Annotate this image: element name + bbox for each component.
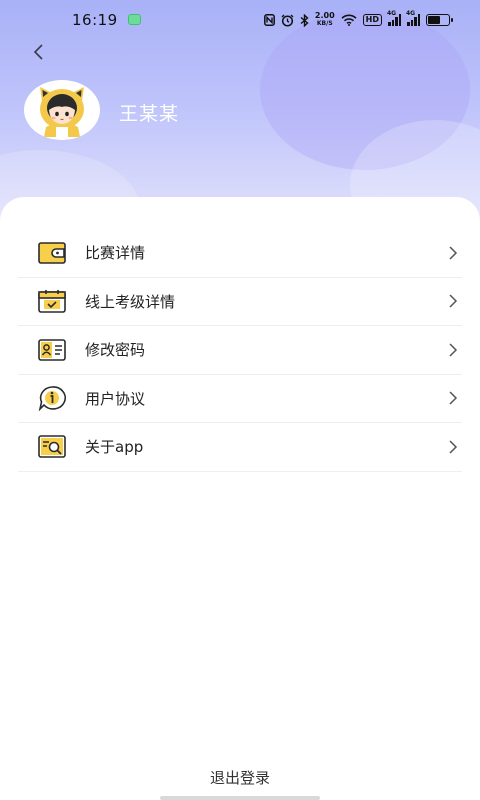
avatar[interactable] — [24, 80, 100, 140]
chevron-right-icon — [449, 440, 458, 454]
network-speed-unit: KB/S — [316, 20, 333, 27]
search-document-icon — [38, 433, 66, 461]
calendar-check-icon — [38, 287, 66, 315]
signal-2-label: 4G — [406, 10, 416, 17]
back-button[interactable] — [24, 38, 52, 66]
info-chat-icon — [38, 384, 66, 412]
menu-item-label: 比赛详情 — [85, 244, 146, 263]
network-speed: 2.00 KB/S — [315, 12, 335, 28]
signal-2: 4G — [406, 10, 420, 26]
menu-item-label: 线上考级详情 — [85, 292, 176, 311]
logout-button[interactable]: 退出登录 — [0, 767, 480, 788]
chevron-right-icon — [449, 391, 458, 405]
chevron-right-icon — [449, 343, 458, 357]
alarm-icon — [281, 14, 294, 27]
signal-1: 4G — [387, 10, 401, 26]
status-icons: 2.00 KB/S HD 4G 4G — [263, 10, 453, 30]
home-indicator[interactable] — [160, 796, 320, 800]
signal-1-label: 4G — [387, 10, 397, 17]
menu-item-user-agreement[interactable]: 用户协议 — [18, 375, 462, 423]
menu-item-label: 关于app — [85, 438, 144, 457]
status-bar: 16:19 2.00 KB/S HD 4G 4G — [0, 0, 480, 40]
status-time: 16:19 — [72, 11, 118, 29]
wallet-icon — [38, 239, 66, 267]
chevron-right-icon — [449, 294, 458, 308]
app-notification-icon — [128, 14, 141, 25]
cartoon-avatar-icon — [40, 87, 84, 137]
menu-item-label: 用户协议 — [85, 389, 146, 408]
menu-item-about-app[interactable]: 关于app — [18, 423, 462, 472]
menu-item-competition-details[interactable]: 比赛详情 — [18, 229, 462, 278]
id-card-icon — [38, 336, 66, 364]
battery-icon — [426, 14, 453, 26]
hd-badge: HD — [362, 14, 382, 26]
chevron-right-icon — [449, 246, 458, 260]
menu-item-change-password[interactable]: 修改密码 — [18, 326, 462, 375]
network-speed-value: 2.00 — [314, 11, 335, 20]
wifi-icon — [341, 14, 357, 26]
user-name: 王某某 — [119, 103, 180, 125]
nfc-icon — [263, 14, 275, 26]
settings-menu: 比赛详情 线上考级详情 修改密码 用户协议 关于app — [18, 229, 462, 472]
bluetooth-icon — [300, 13, 309, 27]
chevron-left-icon — [33, 44, 43, 60]
menu-item-online-grading-details[interactable]: 线上考级详情 — [18, 278, 462, 326]
menu-item-label: 修改密码 — [85, 341, 146, 360]
content-card: 比赛详情 线上考级详情 修改密码 用户协议 关于app — [0, 197, 480, 800]
battery-fill — [428, 16, 440, 24]
